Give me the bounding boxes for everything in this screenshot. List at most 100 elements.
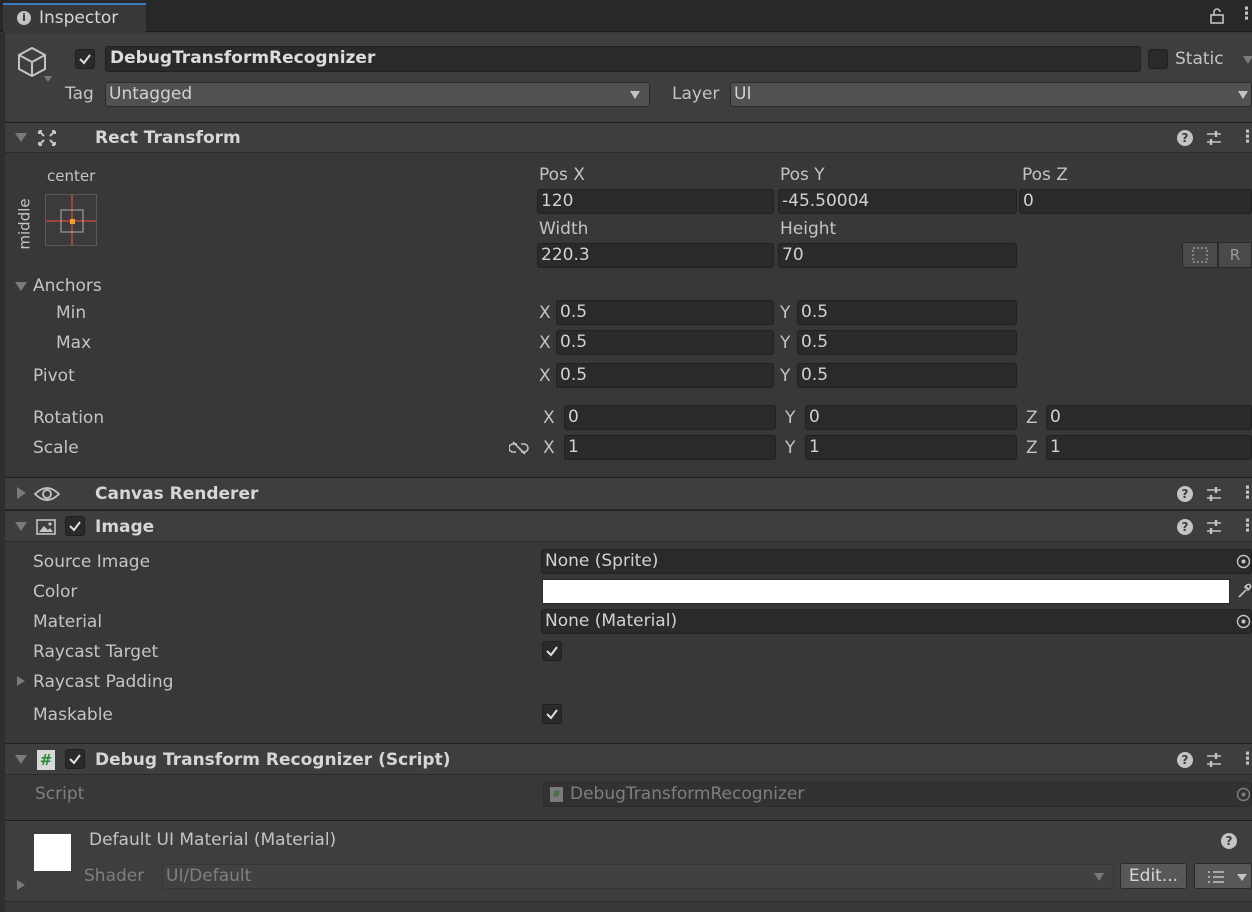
height-label: Height — [780, 219, 837, 239]
chevron-down-icon — [1237, 874, 1247, 881]
tag-dropdown[interactable]: Untagged — [105, 82, 650, 107]
rect-transform-title: Rect Transform — [95, 128, 241, 148]
shader-options-dropdown[interactable] — [1194, 863, 1252, 889]
pivot-y-input[interactable]: 0.5 — [797, 363, 1017, 388]
image-enabled-checkbox[interactable] — [65, 516, 85, 536]
rotation-z-input[interactable]: 0 — [1046, 405, 1252, 430]
posz-input[interactable]: 0 — [1019, 189, 1252, 214]
material-preview-section: Default UI Material (Material) ? Shader … — [5, 820, 1252, 902]
static-dropdown-icon[interactable] — [1243, 56, 1252, 64]
posx-input[interactable]: 120 — [537, 189, 774, 214]
anchor-presets-button[interactable] — [45, 194, 97, 246]
constrain-proportions-icon[interactable] — [509, 440, 529, 456]
blueprint-mode-button[interactable] — [1182, 242, 1218, 268]
anchor-min-x-input[interactable]: 0.5 — [556, 300, 774, 325]
static-checkbox[interactable] — [1148, 49, 1168, 69]
icon-dropdown-icon[interactable] — [44, 76, 52, 82]
eyedropper-icon[interactable] — [1237, 583, 1252, 599]
info-icon: i — [17, 11, 31, 25]
expand-chevron-icon[interactable] — [17, 487, 26, 499]
rotation-x-input[interactable]: 0 — [564, 405, 776, 430]
script-component-header[interactable]: # Debug Transform Recognizer (Script) ? … — [5, 743, 1252, 775]
height-input[interactable]: 70 — [778, 243, 1017, 268]
image-header[interactable]: Image ? ⋮ — [5, 510, 1252, 542]
object-picker-icon[interactable] — [1236, 554, 1251, 569]
canvas-renderer-header[interactable]: Canvas Renderer ? ⋮ — [5, 477, 1252, 510]
color-swatch[interactable] — [542, 579, 1230, 604]
anchor-max-y-input[interactable]: 0.5 — [797, 330, 1017, 355]
scale-z-input[interactable]: 1 — [1046, 435, 1252, 460]
material-expand-chevron-icon[interactable] — [17, 880, 25, 890]
color-label: Color — [33, 582, 78, 602]
layer-chevron-down-icon — [1238, 91, 1248, 99]
rotation-y-input[interactable]: 0 — [805, 405, 1017, 430]
collapse-chevron-icon[interactable] — [15, 133, 27, 142]
raycast-padding-label[interactable]: Raycast Padding — [33, 672, 173, 692]
scale-y-input[interactable]: 1 — [805, 435, 1017, 460]
active-checkbox[interactable] — [75, 49, 95, 69]
collapse-chevron-icon[interactable] — [15, 755, 27, 764]
rect-transform-header[interactable]: Rect Transform ? ⋮ — [5, 122, 1252, 153]
collapse-chevron-icon[interactable] — [15, 522, 27, 531]
help-icon[interactable]: ? — [1177, 486, 1193, 502]
axis-y-label: Y — [785, 438, 796, 458]
presets-icon[interactable] — [1206, 752, 1222, 768]
tag-chevron-down-icon — [630, 91, 640, 99]
width-input[interactable]: 220.3 — [537, 243, 774, 268]
script-enabled-checkbox[interactable] — [65, 749, 85, 769]
static-label: Static — [1175, 49, 1224, 69]
raw-edit-button[interactable]: R — [1218, 242, 1252, 268]
axis-y-label: Y — [780, 333, 791, 353]
anchors-label[interactable]: Anchors — [33, 276, 102, 296]
layer-value: UI — [734, 84, 752, 104]
rect-transform-icon — [38, 130, 56, 146]
pivot-x-input[interactable]: 0.5 — [556, 363, 774, 388]
tab-menu-icon[interactable]: ⋮ — [1238, 4, 1252, 24]
tab-inspector[interactable]: i Inspector — [3, 3, 146, 32]
anchor-vertical-label: middle — [15, 198, 34, 250]
material-field[interactable]: None (Material) — [541, 609, 1252, 634]
help-icon[interactable]: ? — [1221, 833, 1237, 849]
lock-icon[interactable] — [1210, 8, 1224, 24]
presets-icon[interactable] — [1206, 130, 1222, 146]
object-name-input[interactable]: DebugTransformRecognizer — [105, 46, 1141, 72]
component-menu-icon[interactable]: ⋮ — [1239, 483, 1252, 503]
help-icon[interactable]: ? — [1177, 130, 1193, 146]
gameobject-cube-icon — [18, 46, 46, 78]
edit-shader-button[interactable]: Edit... — [1120, 863, 1187, 889]
eye-icon — [34, 487, 60, 501]
anchor-min-y-input[interactable]: 0.5 — [797, 300, 1017, 325]
shader-chevron-down-icon — [1094, 873, 1104, 881]
layer-dropdown[interactable]: UI — [730, 82, 1252, 107]
help-icon[interactable]: ? — [1177, 752, 1193, 768]
object-picker-icon[interactable] — [1236, 614, 1251, 629]
anchors-chevron-icon[interactable] — [15, 282, 27, 291]
posz-label: Pos Z — [1022, 165, 1068, 185]
axis-x-label: X — [543, 438, 555, 458]
scale-x-input[interactable]: 1 — [564, 435, 776, 460]
anchor-max-x-input[interactable]: 0.5 — [556, 330, 774, 355]
material-title: Default UI Material (Material) — [89, 830, 337, 850]
component-menu-icon[interactable]: ⋮ — [1239, 516, 1252, 536]
posx-label: Pos X — [539, 165, 585, 185]
presets-icon[interactable] — [1206, 519, 1222, 535]
help-icon[interactable]: ? — [1177, 519, 1193, 535]
rotation-label: Rotation — [33, 408, 105, 428]
scale-label: Scale — [33, 438, 79, 458]
axis-y-label: Y — [780, 366, 791, 386]
source-image-field[interactable]: None (Sprite) — [541, 549, 1252, 574]
raycast-padding-chevron-icon[interactable] — [17, 676, 25, 686]
axis-z-label: Z — [1026, 438, 1038, 458]
raycast-target-checkbox[interactable] — [542, 641, 562, 661]
posy-input[interactable]: -45.50004 — [778, 189, 1017, 214]
presets-icon[interactable] — [1206, 486, 1222, 502]
anchor-max-label: Max — [56, 333, 92, 353]
pivot-label: Pivot — [33, 366, 75, 386]
component-menu-icon[interactable]: ⋮ — [1239, 749, 1252, 769]
shader-dropdown[interactable]: UI/Default — [162, 864, 1114, 889]
maskable-checkbox[interactable] — [542, 704, 562, 724]
component-menu-icon[interactable]: ⋮ — [1239, 127, 1252, 147]
rect-transform-body: center middle Pos X Pos Y Pos Z 120 -45.… — [5, 154, 1252, 476]
axis-x-label: X — [539, 366, 551, 386]
shader-label: Shader — [84, 866, 145, 886]
